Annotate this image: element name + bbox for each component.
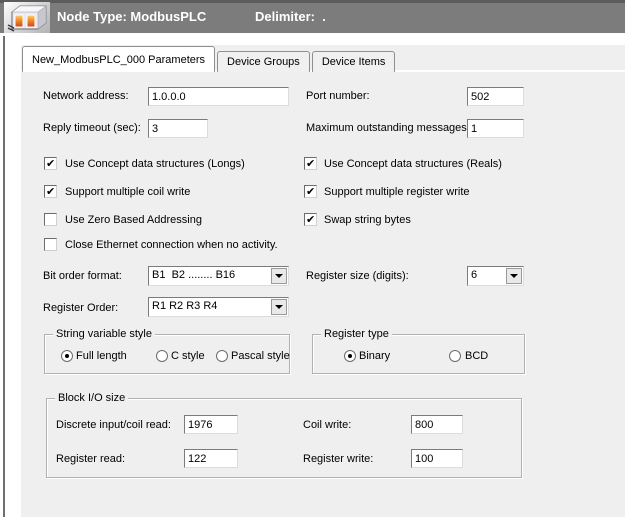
tab-strip: New_ModbusPLC_000 Parameters Device Grou…	[22, 46, 397, 72]
register-read-input[interactable]	[184, 449, 238, 468]
checkbox-concept-longs-label: Use Concept data structures (Longs)	[65, 158, 245, 171]
node-type-title: Node Type: ModbusPLC	[57, 9, 206, 24]
checkbox-close-ethernet[interactable]	[44, 238, 57, 251]
discrete-read-label: Discrete input/coil read:	[56, 419, 171, 432]
register-order-select[interactable]: R1 R2 R3 R4	[148, 297, 289, 317]
string-variable-style-title: String variable style	[53, 328, 155, 340]
window-left-border	[3, 36, 5, 517]
checkbox-swap-bytes[interactable]	[304, 213, 317, 226]
checkbox-multi-coil-label: Support multiple coil write	[65, 186, 190, 199]
radio-binary[interactable]	[344, 350, 356, 362]
checkbox-concept-reals[interactable]	[304, 157, 317, 170]
register-size-label: Register size (digits):	[306, 270, 409, 283]
discrete-read-input[interactable]	[184, 415, 238, 434]
register-read-label: Register read:	[56, 453, 125, 466]
bit-order-format-label: Bit order format:	[43, 270, 122, 283]
bit-order-dropdown-button[interactable]	[271, 268, 287, 284]
checkbox-multi-register[interactable]	[304, 185, 317, 198]
network-address-label: Network address:	[43, 90, 129, 103]
delimiter-title: Delimiter: .	[255, 9, 326, 24]
register-order-label: Register Order:	[43, 302, 118, 315]
register-size-value: 6	[471, 269, 477, 281]
max-outstanding-label: Maximum outstanding messages:	[306, 122, 470, 135]
radio-bcd[interactable]	[449, 350, 461, 362]
string-variable-style-group: String variable style Full length C styl…	[44, 334, 290, 374]
plc-device-icon	[4, 2, 50, 33]
checkbox-close-ethernet-label: Close Ethernet connection when no activi…	[65, 239, 278, 252]
checkbox-concept-longs[interactable]	[44, 157, 57, 170]
block-io-size-group: Block I/O size Discrete input/coil read:…	[46, 398, 522, 478]
max-outstanding-input[interactable]	[467, 119, 524, 138]
modbus-plc-config-window: Node Type: ModbusPLC Delimiter: . New_Mo…	[0, 0, 625, 517]
radio-c-style-label: C style	[171, 350, 205, 363]
radio-bcd-label: BCD	[465, 350, 488, 363]
register-write-label: Register write:	[303, 453, 373, 466]
reply-timeout-label: Reply timeout (sec):	[43, 122, 141, 135]
checkbox-concept-reals-label: Use Concept data structures (Reals)	[324, 158, 502, 171]
checkbox-multi-register-label: Support multiple register write	[324, 186, 470, 199]
port-number-input[interactable]	[467, 87, 524, 106]
radio-full-length[interactable]	[61, 350, 73, 362]
tab-device-items[interactable]: Device Items	[312, 51, 396, 72]
register-type-group: Register type Binary BCD	[312, 334, 525, 374]
bit-order-format-select[interactable]: B1 B2 ........ B16	[148, 266, 289, 286]
tab-parameters[interactable]: New_ModbusPLC_000 Parameters	[22, 46, 215, 72]
block-io-size-title: Block I/O size	[55, 392, 128, 404]
checkbox-swap-bytes-label: Swap string bytes	[324, 214, 411, 227]
radio-full-length-label: Full length	[76, 350, 127, 363]
chevron-down-icon	[275, 305, 283, 309]
radio-binary-label: Binary	[359, 350, 390, 363]
register-size-select[interactable]: 6	[467, 266, 524, 286]
tab-device-groups[interactable]: Device Groups	[217, 51, 310, 72]
register-write-input[interactable]	[411, 449, 463, 468]
checkbox-zero-based-label: Use Zero Based Addressing	[65, 214, 202, 227]
radio-c-style[interactable]	[156, 350, 168, 362]
network-address-input[interactable]	[148, 87, 289, 106]
register-order-value: R1 R2 R3 R4	[152, 300, 217, 312]
port-number-label: Port number:	[306, 90, 370, 103]
reply-timeout-input[interactable]	[148, 119, 208, 138]
coil-write-input[interactable]	[411, 415, 463, 434]
chevron-down-icon	[275, 274, 283, 278]
checkbox-multi-coil[interactable]	[44, 185, 57, 198]
register-order-dropdown-button[interactable]	[271, 299, 287, 315]
register-size-dropdown-button[interactable]	[506, 268, 522, 284]
coil-write-label: Coil write:	[303, 419, 351, 432]
window-titlebar: Node Type: ModbusPLC Delimiter: .	[0, 0, 625, 33]
register-type-title: Register type	[321, 328, 392, 340]
checkbox-zero-based[interactable]	[44, 213, 57, 226]
radio-pascal-style[interactable]	[216, 350, 228, 362]
chevron-down-icon	[510, 274, 518, 278]
bit-order-format-value: B1 B2 ........ B16	[152, 269, 235, 281]
radio-pascal-style-label: Pascal style	[231, 350, 290, 363]
